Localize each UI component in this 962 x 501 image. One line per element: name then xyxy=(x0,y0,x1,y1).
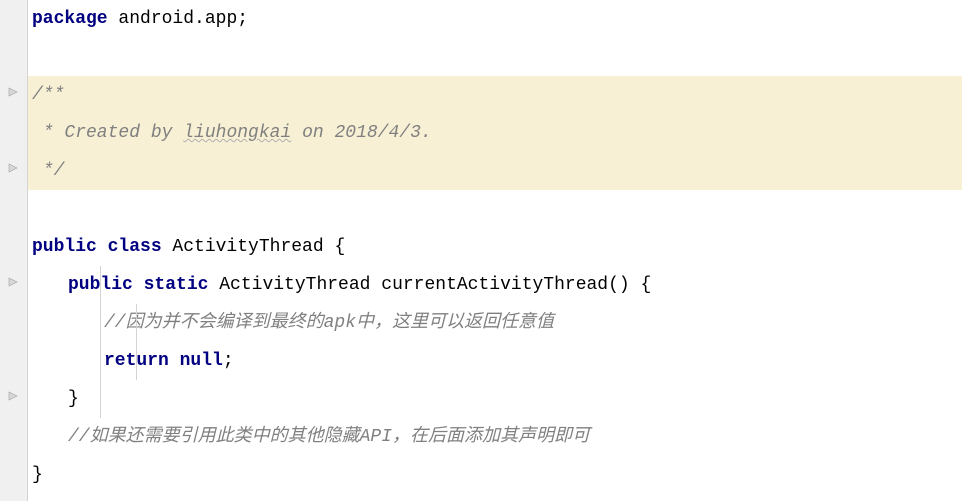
code-editor[interactable]: package android.app; /** * Created by li… xyxy=(28,0,962,501)
keyword-class: class xyxy=(97,237,162,257)
brace-close: } xyxy=(32,465,43,485)
code-line[interactable]: //因为并不会编译到最终的apk中，这里可以返回任意值 xyxy=(32,304,962,342)
indent-guide xyxy=(136,304,137,380)
code-line[interactable]: package android.app; xyxy=(32,0,962,38)
line-comment: //因为并不会编译到最终的apk中，这里可以返回任意值 xyxy=(104,313,554,333)
fold-handle-icon[interactable] xyxy=(5,160,21,176)
keyword-public: public xyxy=(32,237,97,257)
code-line-blank[interactable] xyxy=(32,190,962,228)
javadoc-close: */ xyxy=(32,161,64,181)
code-line[interactable]: } xyxy=(32,456,962,494)
fold-handle-icon[interactable] xyxy=(5,388,21,404)
class-name: ActivityThread xyxy=(162,237,335,257)
code-line-blank[interactable] xyxy=(32,38,962,76)
code-line[interactable]: public static ActivityThread currentActi… xyxy=(32,266,962,304)
editor-gutter xyxy=(0,0,28,501)
parens: () xyxy=(608,275,640,295)
indent-guide xyxy=(100,266,101,418)
code-line[interactable]: public class ActivityThread { xyxy=(32,228,962,266)
javadoc-block: /** * Created by liuhongkai on 2018/4/3.… xyxy=(28,76,962,190)
keyword-package: package xyxy=(32,9,108,29)
code-line[interactable]: /** xyxy=(32,76,962,114)
semicolon: ; xyxy=(223,351,234,371)
javadoc-open: /** xyxy=(32,85,64,105)
return-type: ActivityThread xyxy=(208,275,381,295)
method-name: currentActivityThread xyxy=(381,275,608,295)
code-line[interactable]: return null; xyxy=(32,342,962,380)
keyword-null: null xyxy=(169,351,223,371)
code-line[interactable]: } xyxy=(32,380,962,418)
keyword-static: static xyxy=(133,275,209,295)
javadoc-text: * Created by liuhongkai on 2018/4/3. xyxy=(32,123,432,143)
brace-close: } xyxy=(68,389,79,409)
line-comment: //如果还需要引用此类中的其他隐藏API，在后面添加其声明即可 xyxy=(68,427,590,447)
brace-open: { xyxy=(641,275,652,295)
brace-open: { xyxy=(334,237,345,257)
code-line[interactable]: * Created by liuhongkai on 2018/4/3. xyxy=(32,114,962,152)
code-line[interactable]: //如果还需要引用此类中的其他隐藏API，在后面添加其声明即可 xyxy=(32,418,962,456)
typo-underline: liuhongkai xyxy=(183,123,291,143)
package-name: android.app xyxy=(108,9,238,29)
fold-handle-icon[interactable] xyxy=(5,274,21,290)
code-line[interactable]: */ xyxy=(32,152,962,190)
semicolon: ; xyxy=(237,9,248,29)
fold-handle-icon[interactable] xyxy=(5,84,21,100)
